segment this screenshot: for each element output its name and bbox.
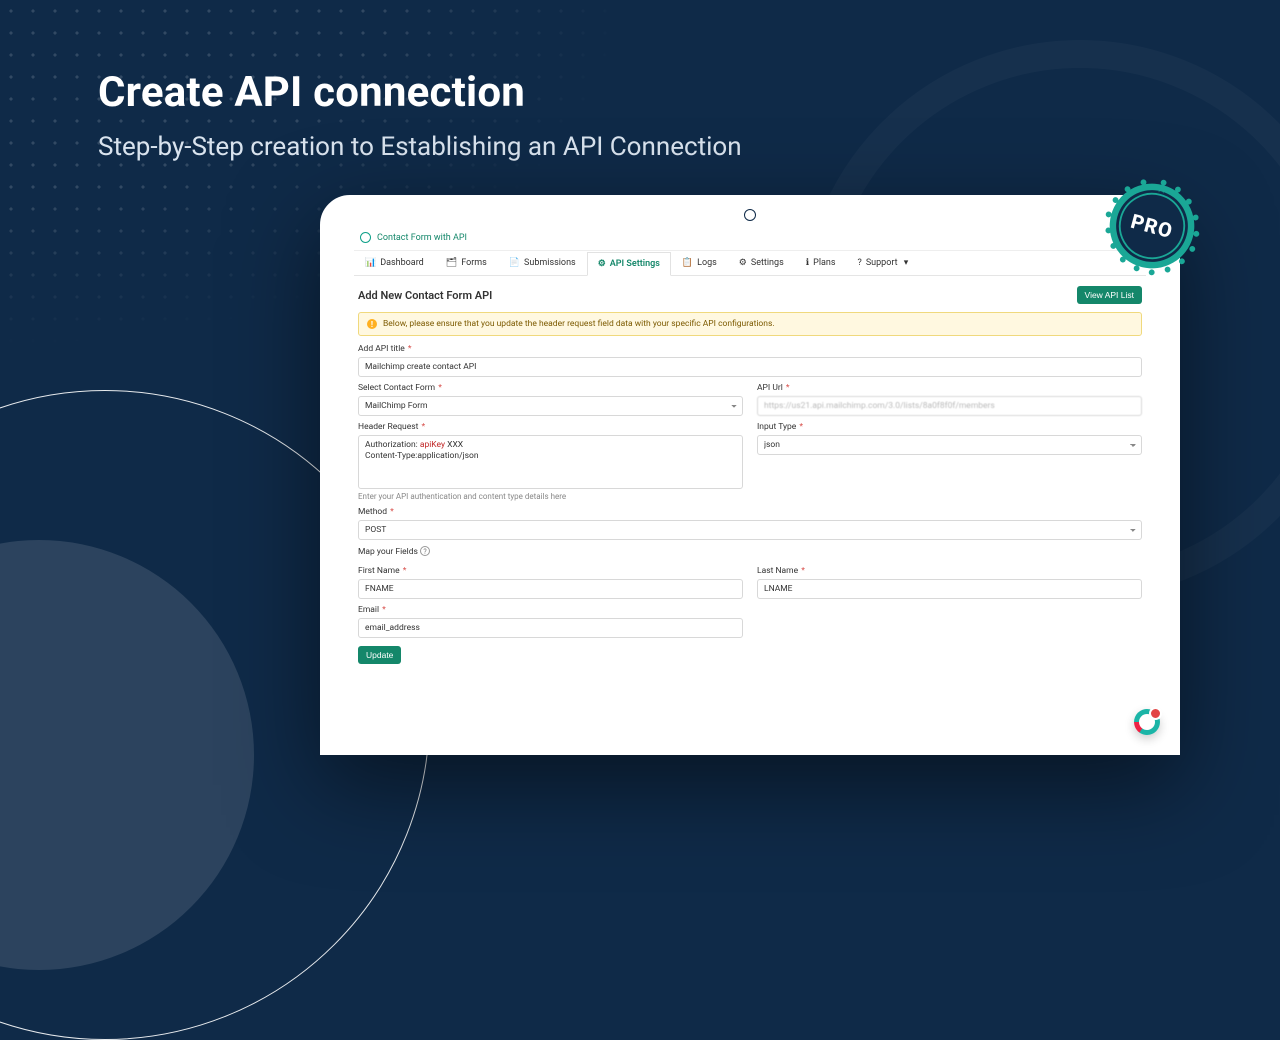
header-request-textarea[interactable]: Authorization: apiKey XXX Content-Type:a… — [358, 435, 743, 489]
method-label: Method * — [358, 507, 1142, 517]
contact-form-label: Select Contact Form * — [358, 383, 743, 393]
email-label: Email * — [358, 605, 743, 615]
app-logo-icon — [360, 232, 371, 243]
laptop-frame: Contact Form with API 🔔 📊Dashboard 🗂Form… — [320, 195, 1180, 755]
last-name-input[interactable] — [757, 579, 1142, 599]
header-request-label: Header Request * — [358, 422, 743, 432]
tab-plans[interactable]: ℹPlans — [795, 251, 847, 275]
alert-banner: Below, please ensure that you update the… — [358, 312, 1142, 336]
app-screen: Contact Form with API 🔔 📊Dashboard 🗂Form… — [354, 227, 1146, 753]
gear-icon: ⚙ — [739, 258, 747, 268]
api-title-label: Add API title * — [358, 344, 1142, 354]
tab-api-settings[interactable]: ⚙API Settings — [587, 252, 671, 276]
page-heading: Add New Contact Form API — [358, 289, 492, 302]
bar-chart-icon: 📊 — [365, 258, 376, 268]
method-select[interactable]: POST — [358, 520, 1142, 540]
tab-bar: 📊Dashboard 🗂Forms 📄Submissions ⚙API Sett… — [354, 251, 1146, 276]
tab-submissions[interactable]: 📄Submissions — [498, 251, 587, 275]
api-title-input[interactable] — [358, 357, 1142, 377]
help-icon[interactable]: ? — [420, 546, 430, 556]
tab-settings[interactable]: ⚙Settings — [728, 251, 795, 275]
forms-icon: 🗂 — [446, 258, 457, 268]
submissions-icon: 📄 — [509, 258, 520, 268]
tab-logs[interactable]: 📋Logs — [671, 251, 728, 275]
app-header: Contact Form with API 🔔 — [354, 227, 1146, 251]
first-name-label: First Name * — [358, 566, 743, 576]
tab-support[interactable]: ?Support ▾ — [847, 251, 920, 275]
app-title: Contact Form with API — [377, 233, 467, 243]
tab-forms[interactable]: 🗂Forms — [435, 251, 498, 275]
pro-badge: PRO — [1096, 170, 1209, 283]
email-input[interactable] — [358, 618, 743, 638]
info-icon: ℹ — [806, 258, 809, 268]
map-fields-label: Map your Fields ? — [358, 546, 1142, 557]
header-help-text: Enter your API authentication and conten… — [358, 492, 743, 501]
api-url-input[interactable] — [757, 396, 1142, 416]
logs-icon: 📋 — [682, 258, 693, 268]
input-type-label: Input Type * — [757, 422, 1142, 432]
chat-widget-icon[interactable] — [1134, 709, 1146, 735]
first-name-input[interactable] — [358, 579, 743, 599]
update-button[interactable]: Update — [358, 646, 401, 664]
help-icon: ? — [858, 258, 862, 268]
contact-form-select[interactable]: MailChimp Form — [358, 396, 743, 416]
gear-icon: ⚙ — [598, 259, 606, 269]
api-url-label: API Url * — [757, 383, 1142, 393]
input-type-select[interactable]: json — [757, 435, 1142, 455]
view-api-list-button[interactable]: View API List — [1077, 286, 1142, 304]
tab-dashboard[interactable]: 📊Dashboard — [354, 251, 435, 275]
hero-title: Create API connection — [98, 68, 525, 117]
warning-icon — [367, 319, 377, 329]
hero-subtitle: Step-by-Step creation to Establishing an… — [98, 132, 742, 162]
last-name-label: Last Name * — [757, 566, 1142, 576]
